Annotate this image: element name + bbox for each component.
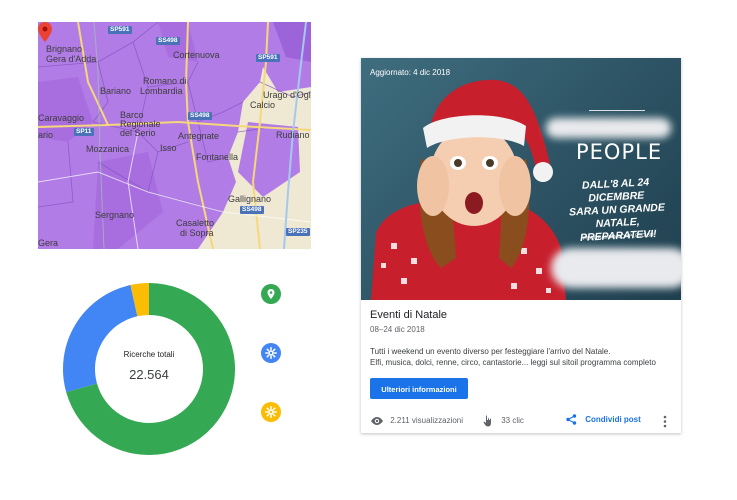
more-info-button[interactable]: Ulteriori informazioni — [370, 378, 468, 399]
map-pin-icon — [267, 289, 275, 299]
post-image[interactable]: Aggiornato: 4 dic 2018 PEOPLE DALL'8 AL … — [361, 58, 681, 300]
description-line: Tutti i weekend un evento diverso per fe… — [370, 347, 611, 356]
donut-total-value: 22.564 — [129, 367, 169, 382]
map-label: Lombardia — [140, 86, 183, 96]
description-line: Elfi, musica, dolci, renne, circo, canta… — [370, 358, 656, 367]
road-shield: SP591 — [256, 54, 280, 62]
map-label: Sergnano — [95, 210, 135, 220]
road-shield: SP11 — [74, 128, 94, 136]
clicks-count: 33 clic — [501, 416, 524, 426]
map-label: Cortenuova — [173, 50, 220, 60]
map-label: Fontanella — [196, 152, 239, 162]
map-label: ario — [38, 130, 54, 140]
more-vert-icon[interactable] — [662, 415, 668, 428]
legend-search[interactable] — [261, 343, 281, 363]
donut-title: Ricerche totali — [123, 350, 175, 359]
share-label: Condividi post — [585, 415, 641, 424]
settings-icon — [265, 406, 277, 418]
road-shield: SS498 — [240, 206, 264, 214]
map-label: Mozzanica — [86, 144, 130, 154]
map-label: Gallignano — [228, 194, 272, 204]
legend-other[interactable] — [261, 402, 281, 422]
road-shield: SS498 — [188, 112, 212, 120]
share-post-button[interactable]: Condividi post — [566, 414, 641, 426]
post-description: Tutti i weekend un evento diverso per fe… — [370, 346, 675, 368]
map-label: Romano di — [143, 76, 187, 86]
map-label: Isso — [160, 143, 177, 153]
image-brand-text: PEOPLE — [576, 140, 663, 164]
road-shield: SP591 — [108, 26, 132, 34]
eye-icon — [371, 416, 383, 425]
map-panel[interactable]: Brignano Gera d'Adda Romano di Lombardia… — [38, 22, 311, 249]
post-date: 08–24 dic 2018 — [370, 325, 425, 334]
post-stats-bar: 2.211 visualizzazioni 33 clic Condividi … — [361, 410, 681, 433]
post-card: Aggiornato: 4 dic 2018 PEOPLE DALL'8 AL … — [361, 58, 681, 433]
touch-icon — [483, 415, 491, 427]
share-icon — [566, 414, 577, 426]
map-label: Gera — [38, 238, 59, 248]
map-label: Brignano — [46, 44, 83, 54]
decorative-line — [589, 110, 645, 111]
map-label: di Sopra — [180, 228, 214, 238]
map-label: Bariano — [100, 86, 132, 96]
map-label: Urago d'Oglio — [263, 90, 311, 100]
blurred-url — [551, 248, 681, 288]
road-shield: SP235 — [286, 228, 310, 236]
map-label: Caravaggio — [38, 113, 85, 123]
views-count: 2.211 visualizzazioni — [390, 416, 464, 425]
views-stat: 2.211 visualizzazioni — [370, 415, 463, 427]
map-label: Casaletto — [176, 218, 215, 228]
map-pin-icon[interactable] — [38, 22, 52, 42]
map-label: Calcio — [250, 100, 276, 110]
map-label: Gera d'Adda — [46, 54, 97, 64]
road-shield: SS498 — [156, 37, 180, 45]
post-updated-date: Aggiornato: 4 dic 2018 — [370, 68, 451, 77]
map-label: Rudiano — [276, 130, 310, 140]
map-label: del Serio — [120, 128, 156, 138]
legend-maps[interactable] — [261, 284, 281, 304]
blurred-logo — [546, 118, 671, 138]
post-title: Eventi di Natale — [370, 309, 448, 321]
clicks-stat: 33 clic — [483, 415, 524, 427]
map-label: Antegnate — [178, 131, 220, 141]
search-settings-icon — [265, 347, 277, 359]
